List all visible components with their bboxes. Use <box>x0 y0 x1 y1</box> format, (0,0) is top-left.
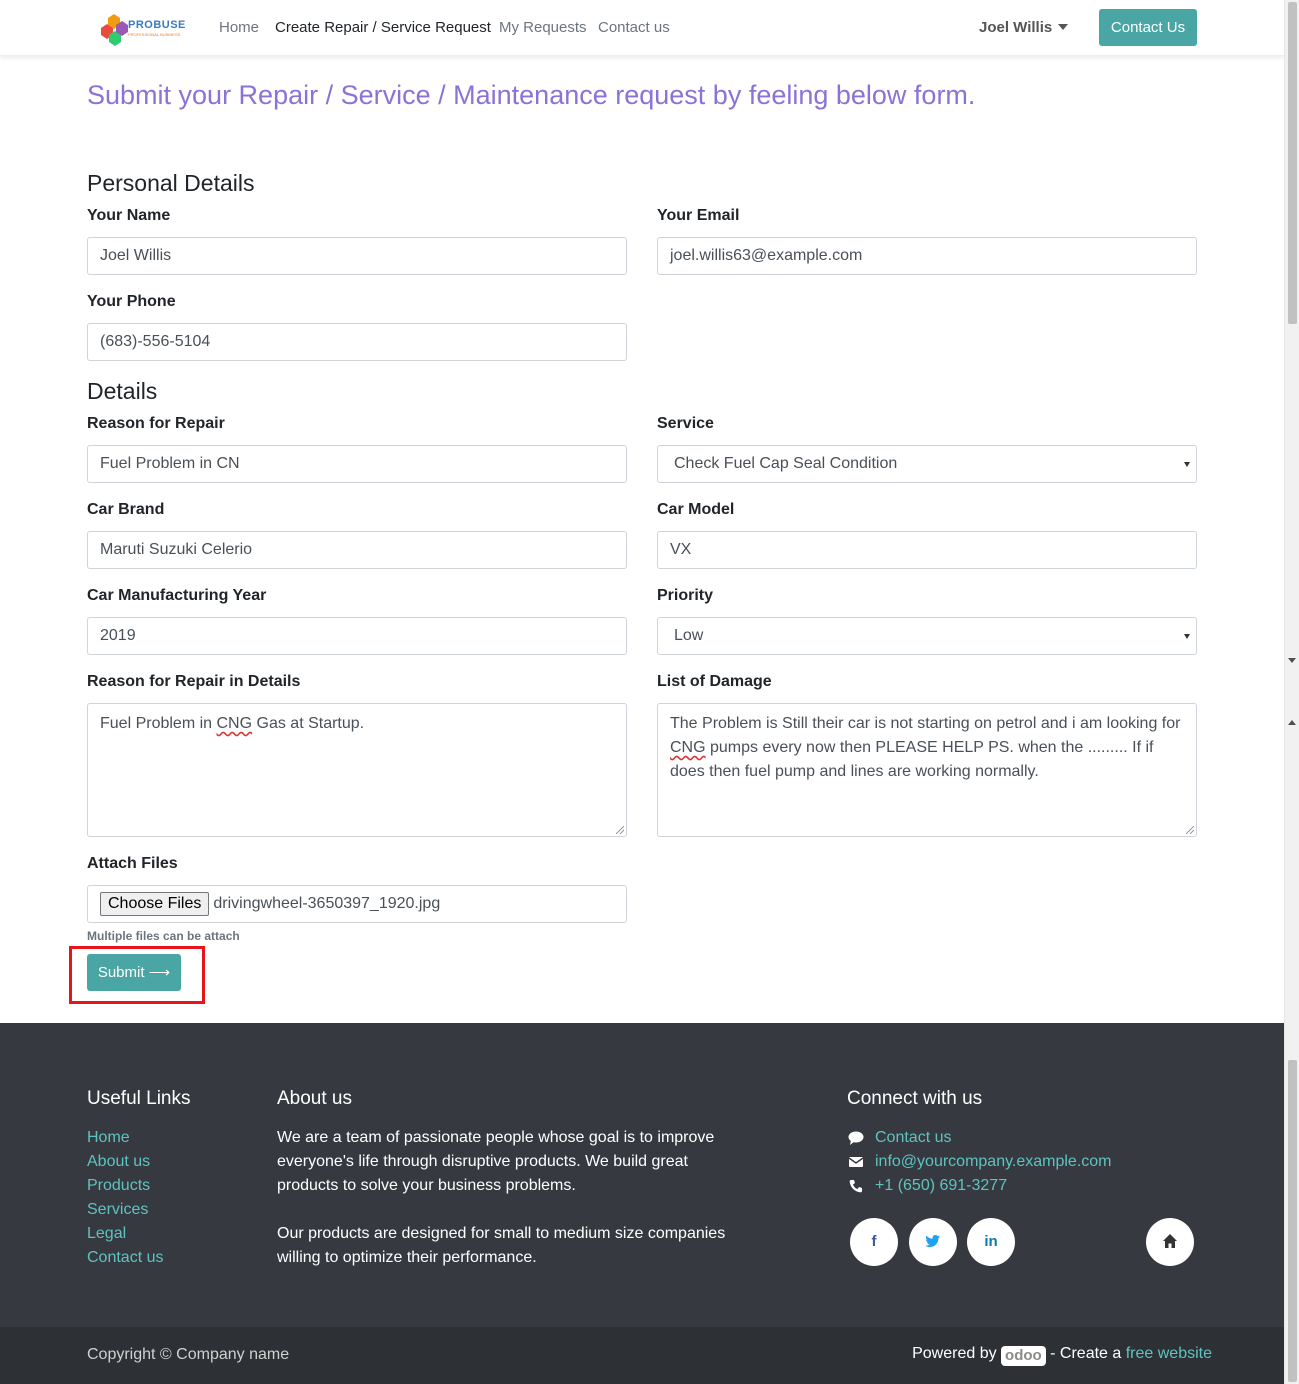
contact-link[interactable]: Contact us <box>875 1129 951 1147</box>
scroll-down-arrow-icon[interactable] <box>1288 658 1296 663</box>
dropdown-arrow-icon <box>1184 462 1190 467</box>
brand-logo[interactable]: PROBUSE PROFESSIONAL BUSINESS <box>100 8 185 48</box>
email-link[interactable]: info@yourcompany.example.com <box>875 1153 1112 1171</box>
email-label: Your Email <box>657 207 740 224</box>
odoo-logo[interactable]: odoo <box>1001 1346 1046 1366</box>
spellcheck-word: CNG <box>670 739 706 756</box>
car-brand-input[interactable]: Maruti Suzuki Celerio <box>87 531 627 569</box>
footer-link-legal[interactable]: Legal <box>87 1225 126 1243</box>
file-input[interactable]: Choose Files drivingwheel-3650397_1920.jp… <box>87 885 627 923</box>
linkedin-icon[interactable]: in <box>967 1218 1015 1266</box>
year-label: Car Manufacturing Year <box>87 587 267 604</box>
selected-file-name: drivingwheel-3650397_1920.jpg <box>213 895 441 912</box>
facebook-icon[interactable]: f <box>850 1218 898 1266</box>
free-website-link[interactable]: free website <box>1126 1345 1212 1362</box>
spellcheck-word: CNG <box>216 715 253 732</box>
car-brand-label: Car Brand <box>87 501 165 518</box>
phone-link[interactable]: +1 (650) 691-3277 <box>875 1177 1007 1195</box>
page-title: Submit your Repair / Service / Maintenan… <box>87 80 976 110</box>
footer-link-about[interactable]: About us <box>87 1153 150 1171</box>
service-label: Service <box>657 415 714 432</box>
chevron-down-icon <box>1058 24 1069 30</box>
scroll-up-arrow-icon[interactable] <box>1288 720 1296 725</box>
footer-link-services[interactable]: Services <box>87 1201 148 1219</box>
useful-links-heading: Useful Links <box>87 1088 191 1109</box>
resize-handle-icon[interactable] <box>616 826 624 834</box>
priority-selected-value: Low <box>674 627 704 644</box>
phone-icon <box>847 1178 865 1196</box>
car-model-input[interactable]: VX <box>657 531 1197 569</box>
page-scrollbar[interactable] <box>1284 0 1299 1384</box>
reason-input[interactable]: Fuel Problem in CN <box>87 445 627 483</box>
home-icon[interactable] <box>1146 1218 1194 1266</box>
reason-details-text: Fuel Problem in <box>100 715 217 732</box>
car-model-label: Car Model <box>657 501 735 518</box>
personal-details-heading: Personal Details <box>87 170 255 196</box>
details-heading: Details <box>87 378 158 404</box>
attach-label: Attach Files <box>87 855 178 872</box>
reason-details-textarea[interactable]: Fuel Problem in CNG Gas at Startup. <box>87 703 627 837</box>
email-input[interactable]: joel.willis63@example.com <box>657 237 1197 275</box>
powered-by-text: Powered by <box>912 1345 997 1362</box>
about-paragraph-2: Our products are designed for small to m… <box>277 1225 726 1266</box>
comment-icon <box>847 1130 865 1148</box>
brand-tagline: PROFESSIONAL BUSINESS <box>128 32 181 37</box>
create-a-text: - Create a <box>1045 1345 1126 1362</box>
contact-us-button[interactable]: Contact Us <box>1099 9 1197 46</box>
damage-label: List of Damage <box>657 673 772 690</box>
nav-home[interactable]: Home <box>219 19 259 36</box>
copyright-text: Copyright © Company name <box>87 1346 290 1363</box>
phone-label: Your Phone <box>87 293 176 310</box>
attach-help-text: Multiple files can be attach <box>87 929 240 943</box>
highlight-box <box>69 946 205 1004</box>
top-navbar: PROBUSE PROFESSIONAL BUSINESS Home Creat… <box>0 0 1284 56</box>
connect-heading: Connect with us <box>847 1088 983 1109</box>
damage-text: The Problem is Still their car is not st… <box>670 715 1181 732</box>
user-dropdown[interactable]: Joel Willis <box>979 19 1069 36</box>
scrollbar-thumb[interactable] <box>1288 2 1297 324</box>
nav-my-requests[interactable]: My Requests <box>499 19 587 36</box>
reason-label: Reason for Repair <box>87 415 225 432</box>
choose-files-button[interactable]: Choose Files <box>100 892 210 916</box>
dropdown-arrow-icon <box>1184 634 1190 639</box>
damage-textarea[interactable]: The Problem is Still their car is not st… <box>657 703 1197 837</box>
brand-name: PROBUSE <box>128 19 186 31</box>
about-heading: About us <box>277 1088 352 1109</box>
name-input[interactable]: Joel Willis <box>87 237 627 275</box>
damage-text: pumps every now then PLEASE HELP PS. whe… <box>670 739 1154 780</box>
powered-by: Powered by odoo - Create a free website <box>912 1345 1212 1366</box>
phone-input[interactable]: (683)-556-5104 <box>87 323 627 361</box>
footer-link-contact[interactable]: Contact us <box>87 1249 163 1267</box>
user-name: Joel Willis <box>979 19 1053 36</box>
footer-link-home[interactable]: Home <box>87 1129 130 1147</box>
service-selected-value: Check Fuel Cap Seal Condition <box>674 455 898 472</box>
name-label: Your Name <box>87 207 171 224</box>
nav-contact[interactable]: Contact us <box>598 19 670 36</box>
scrollbar-thumb[interactable] <box>1288 1060 1297 1382</box>
twitter-icon[interactable] <box>909 1218 957 1266</box>
nav-create-request[interactable]: Create Repair / Service Request <box>275 19 491 36</box>
year-input[interactable]: 2019 <box>87 617 627 655</box>
reason-details-label: Reason for Repair in Details <box>87 673 301 690</box>
about-paragraph-1: We are a team of passionate people whose… <box>277 1129 715 1194</box>
resize-handle-icon[interactable] <box>1186 826 1194 834</box>
priority-label: Priority <box>657 587 714 604</box>
priority-select[interactable]: Low <box>657 617 1197 655</box>
reason-details-text: Gas at Startup. <box>252 715 365 732</box>
service-select[interactable]: Check Fuel Cap Seal Condition <box>657 445 1197 483</box>
footer-link-products[interactable]: Products <box>87 1177 150 1195</box>
envelope-icon <box>847 1154 865 1172</box>
